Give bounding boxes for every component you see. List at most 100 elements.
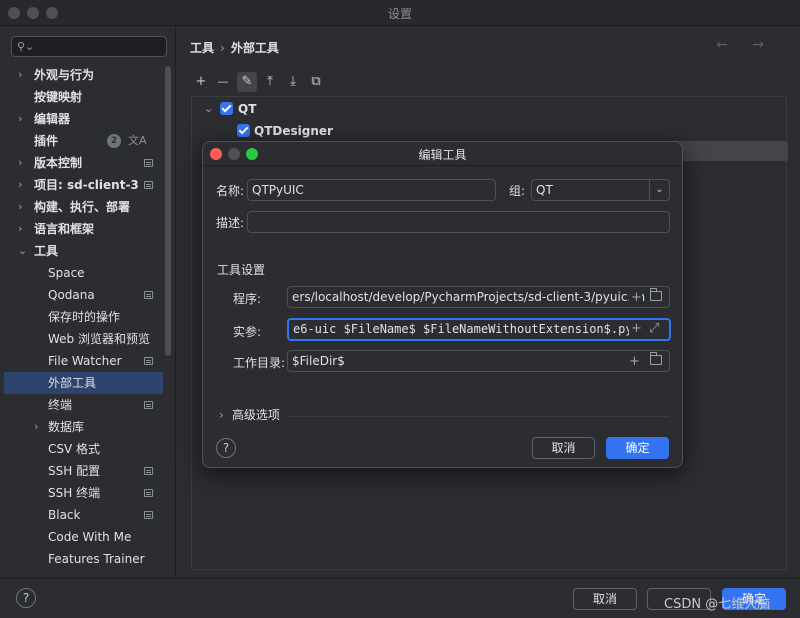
plus-icon[interactable]: + <box>629 288 642 307</box>
sidebar-item[interactable]: Black <box>4 504 163 526</box>
move-up-button[interactable]: ⤒ <box>260 72 280 92</box>
plus-icon[interactable]: + <box>629 320 642 338</box>
qtdesigner-checkbox[interactable] <box>237 124 250 137</box>
sidebar-item-label: Space <box>48 266 85 280</box>
sidebar-item-label: Qodana <box>48 288 95 302</box>
sidebar-item-label: Code With Me <box>48 530 132 544</box>
sidebar-item-label: 插件 <box>34 134 59 148</box>
project-level-icon <box>144 467 153 475</box>
sidebar-item[interactable]: CSV 格式 <box>4 438 163 460</box>
search-input[interactable]: ⚲⌄ <box>11 36 167 57</box>
help-button[interactable]: ? <box>16 588 36 608</box>
group-value: QT <box>536 183 553 197</box>
sidebar-item[interactable]: 插件 2 文A <box>4 130 163 152</box>
tree-item-label: QTDesigner <box>254 124 333 138</box>
chevron-down-icon[interactable]: ⌄ <box>18 240 27 262</box>
dialog-titlebar: 编辑工具 <box>203 142 682 166</box>
program-label: 程序: <box>233 292 262 306</box>
chevron-right-icon[interactable]: › <box>18 152 22 174</box>
name-field[interactable]: QTPyUIC <box>247 179 496 201</box>
sidebar-item[interactable]: › 外观与行为 <box>4 64 163 86</box>
sidebar-item[interactable]: SSH 终端 <box>4 482 163 504</box>
program-field[interactable]: ers/localhost/develop/PycharmProjects/sd… <box>287 286 670 308</box>
sidebar-item-label: SSH 配置 <box>48 464 101 478</box>
chevron-right-icon[interactable]: › <box>18 196 22 218</box>
breadcrumb-parent[interactable]: 工具 <box>190 41 214 55</box>
project-level-icon <box>144 357 153 365</box>
name-label: 名称: <box>216 184 245 198</box>
chevron-right-icon: › <box>219 408 224 422</box>
sidebar-item-label: 版本控制 <box>34 156 83 170</box>
sidebar-item[interactable]: › 构建、执行、部署 <box>4 196 163 218</box>
sidebar-item-label: 外部工具 <box>48 376 97 390</box>
dialog-help-button[interactable]: ? <box>216 438 236 458</box>
description-field[interactable] <box>247 211 670 233</box>
sidebar-item[interactable]: Qodana <box>4 284 163 306</box>
move-down-button[interactable]: ⤓ <box>283 72 303 92</box>
breadcrumb: 工具 › 外部工具 <box>190 39 279 56</box>
chevron-right-icon[interactable]: › <box>18 64 22 86</box>
sidebar-item[interactable]: 外部工具 <box>4 372 163 394</box>
sidebar-item[interactable]: Space <box>4 262 163 284</box>
sidebar-item[interactable]: File Watcher <box>4 350 163 372</box>
sidebar-item[interactable]: › 项目: sd-client-3 <box>4 174 163 196</box>
working-dir-field[interactable]: $FileDir$ + <box>287 350 670 372</box>
sidebar-item-label: 按键映射 <box>34 90 83 104</box>
breadcrumb-separator: › <box>220 41 225 55</box>
dialog-title: 编辑工具 <box>418 148 467 162</box>
chevron-right-icon[interactable]: › <box>18 218 22 240</box>
sidebar-item[interactable]: 按键映射 <box>4 86 163 108</box>
sidebar-item[interactable]: Features Trainer <box>4 548 163 570</box>
sidebar-item[interactable]: SSH 配置 <box>4 460 163 482</box>
expand-icon[interactable]: ⤢ <box>649 320 660 338</box>
arguments-value: e6-uic $FileName$ $FileNameWithoutExtens… <box>293 322 633 336</box>
group-combobox[interactable]: QT ⌄ <box>531 179 670 201</box>
dialog-cancel-button[interactable]: 取消 <box>532 437 595 459</box>
chevron-right-icon[interactable]: › <box>34 416 38 438</box>
project-level-icon <box>144 511 153 519</box>
sidebar-item-label: 保存时的操作 <box>48 310 121 324</box>
copy-tool-button[interactable]: ⧉ <box>306 72 326 92</box>
sidebar-item-label: 编辑器 <box>34 112 71 126</box>
sidebar-item[interactable]: › 编辑器 <box>4 108 163 130</box>
sidebar-item-label: 外观与行为 <box>34 68 95 82</box>
sidebar-item-label: Web 浏览器和预览 <box>48 332 150 346</box>
folder-icon[interactable] <box>650 352 662 365</box>
history-arrows-icon[interactable]: ← → <box>716 37 774 53</box>
advanced-options-toggle[interactable]: › 高级选项 <box>219 406 286 423</box>
chevron-down-icon[interactable]: ⌄ <box>204 99 213 119</box>
footer-cancel-button[interactable]: 取消 <box>573 588 637 610</box>
sidebar-scrollbar[interactable] <box>165 66 171 356</box>
update-count-badge: 2 <box>107 134 121 148</box>
plus-icon[interactable]: + <box>629 352 640 371</box>
sidebar-item-label: Features Trainer <box>48 552 145 566</box>
settings-window: 设置 ⚲⌄ › 外观与行为 按键映射 › 编辑器 插件 2 文A › 版本控制 › 项目: sd-cl… <box>0 0 800 618</box>
sidebar-item[interactable]: Code With Me <box>4 526 163 548</box>
chevron-right-icon[interactable]: › <box>18 174 22 196</box>
sidebar-item[interactable]: 保存时的操作 <box>4 306 163 328</box>
group-label: 组: <box>509 184 526 198</box>
tool-settings-section-label: 工具设置 <box>217 263 266 277</box>
project-level-icon <box>144 159 153 167</box>
qt-group-checkbox[interactable] <box>220 102 233 115</box>
folder-icon[interactable] <box>650 288 662 301</box>
sidebar-item[interactable]: ⌄ 工具 <box>4 240 163 262</box>
sidebar-item[interactable]: 终端 <box>4 394 163 416</box>
sidebar-item[interactable]: › 版本控制 <box>4 152 163 174</box>
arguments-field[interactable]: e6-uic $FileName$ $FileNameWithoutExtens… <box>287 318 671 341</box>
chevron-down-icon[interactable]: ⌄ <box>649 180 669 200</box>
sidebar-item[interactable]: › 语言和框架 <box>4 218 163 240</box>
dialog-ok-button[interactable]: 确定 <box>606 437 669 459</box>
edit-tool-dialog: 编辑工具 名称: QTPyUIC 组: QT ⌄ 描述: 工具设置 程序: er… <box>202 141 683 468</box>
add-tool-button[interactable]: + <box>191 72 211 92</box>
edit-tool-button[interactable]: ✎ <box>237 72 257 92</box>
advanced-options-label: 高级选项 <box>231 408 280 422</box>
sidebar-item[interactable]: › 数据库 <box>4 416 163 438</box>
remove-tool-button[interactable]: — <box>213 72 233 92</box>
chevron-right-icon[interactable]: › <box>18 108 22 130</box>
sidebar-item[interactable]: Web 浏览器和预览 <box>4 328 163 350</box>
sidebar-item-label: 工具 <box>34 244 59 258</box>
sidebar-item-label: 构建、执行、部署 <box>34 200 131 214</box>
sidebar-item-label: File Watcher <box>48 354 122 368</box>
tree-group-label: QT <box>238 102 257 116</box>
